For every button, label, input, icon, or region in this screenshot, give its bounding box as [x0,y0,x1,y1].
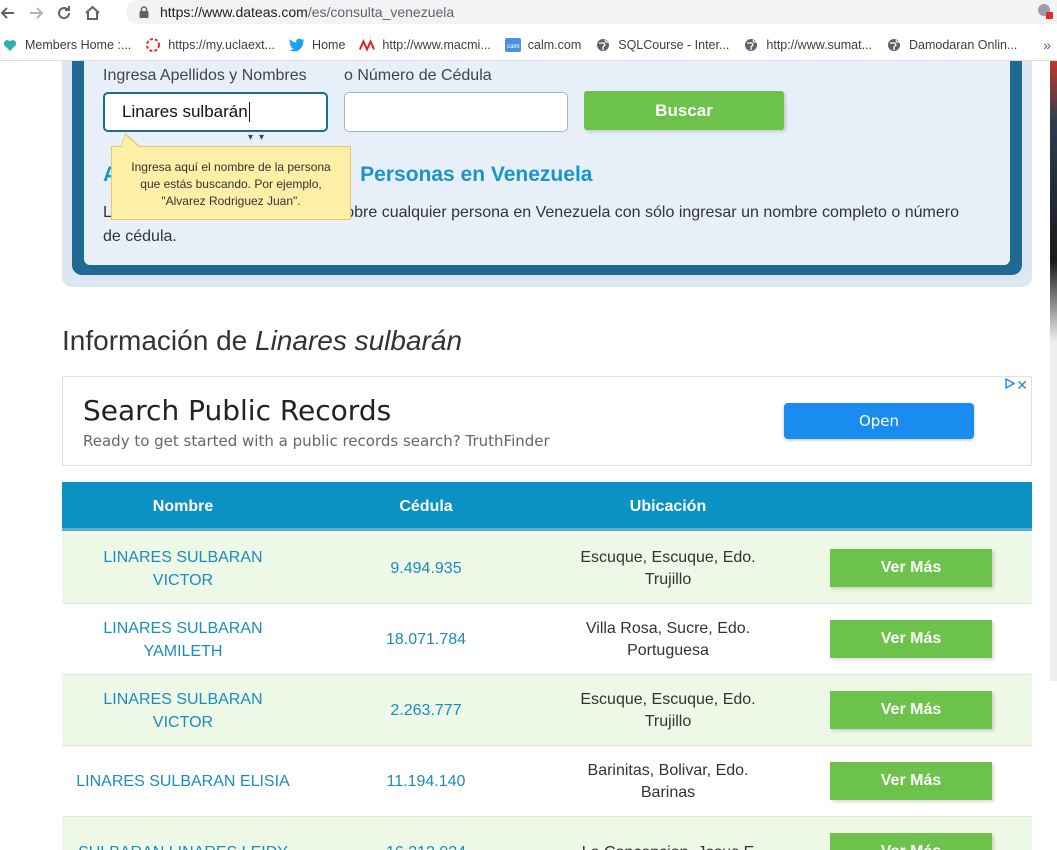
table-body: LINARES SULBARAN VICTOR 9.494.935 Escuqu… [62,533,1032,850]
text-caret [248,102,250,122]
location-value: La Concepcion, Jesus E [548,817,788,850]
ver-mas-button[interactable]: Ver Más [830,691,992,729]
cedula-field-label: o Número de Cédula [344,67,492,84]
ver-mas-button[interactable]: Ver Más [830,620,992,658]
bookmark-label: http://www.sumat... [766,38,872,52]
bookmark-sqlcourse[interactable]: SQLCourse - Inter... [595,37,729,53]
tooltip-line: Ingresa aquí el nombre de la persona [131,160,331,174]
bookmark-uclaext[interactable]: https://my.uclaext... [145,37,275,53]
address-bar[interactable]: https://www.dateas.com/es/consulta_venez… [126,0,1057,24]
bookmark-members-home[interactable]: Members Home :... [2,37,131,53]
macmillan-icon [359,37,376,53]
extension-icon[interactable] [1037,3,1053,24]
ad-subtitle: Ready to get started with a public recor… [83,432,550,450]
globe-icon [743,37,759,53]
tooltip-pointer-fill [122,135,139,147]
location-value: Barinitas, Bolivar, Edo. Barinas [587,761,749,801]
bookmark-calm[interactable]: calm calm.com [504,37,582,53]
section-title-end: Personas en Venezuela [360,163,593,186]
cedula-value: 18.071.784 [385,630,467,648]
ver-mas-button[interactable]: Ver Más [830,833,992,850]
bookmark-label: http://www.macmi... [382,38,491,52]
cedula-search-input[interactable] [344,92,568,132]
location-value: Escuque, Escuque, Edo. Trujillo [580,548,756,588]
tooltip-line: "Alvarez Rodriguez Juan". [161,194,301,208]
page-content: Ingresa Apellidos y Nombres o Número de … [0,61,1057,850]
twitter-bird-icon [289,37,305,53]
results-heading: Información de Linares sulbarán [62,325,462,357]
url-text: https://www.dateas.com/es/consulta_venez… [160,4,455,20]
search-hint-tooltip: Ingresa aquí el nombre de la persona que… [111,146,351,220]
bookmark-label: calm.com [527,38,582,52]
results-heading-query: Linares sulbarán [255,325,463,356]
person-name-link[interactable]: SULBARAN LINARES LEIDY [62,817,304,850]
svg-text:calm: calm [507,44,520,50]
ver-mas-button[interactable]: Ver Más [830,762,992,800]
globe-icon [886,37,902,53]
search-button[interactable]: Buscar [584,91,784,130]
home-icon[interactable] [78,1,106,25]
name-search-input[interactable]: Linares sulbarán [103,92,328,132]
chevron-down-icon: ▾▾ [248,132,271,143]
bookmark-damodaran[interactable]: Damodaran Onlin... [886,37,1017,53]
table-header: Nombre Cédula Ubicación [62,482,1032,531]
bookmark-label: https://my.uclaext... [168,38,276,52]
ad-banner[interactable]: Search Public Records Ready to get start… [62,376,1032,466]
results-heading-prefix: Información de [62,325,255,356]
browser-toolbar: https://www.dateas.com/es/consulta_venez… [0,0,1057,26]
back-arrow-icon[interactable] [0,1,22,25]
table-row: LINARES SULBARAN ELISIA 11.194.140 Barin… [62,746,1032,817]
bookmark-twitter-home[interactable]: Home [289,37,345,53]
table-row: LINARES SULBARAN YAMILETH 18.071.784 Vil… [62,604,1032,675]
person-name-link[interactable]: LINARES SULBARAN VICTOR [62,533,304,604]
table-row: LINARES SULBARAN VICTOR 2.263.777 Escuqu… [62,675,1032,746]
tooltip-line: que estás buscando. Por ejemplo, [140,177,322,191]
bookmark-label: Home [312,38,346,52]
location-value: Villa Rosa, Sucre, Edo. Portuguesa [585,619,751,659]
bookmark-label: SQLCourse - Inter... [618,38,730,52]
ring-icon [145,37,161,53]
column-header-cedula: Cédula [399,498,453,515]
cedula-value: 9.494.935 [390,559,462,577]
cedula-value: 16.212.924 [304,817,548,850]
location-value: Escuque, Escuque, Edo. Trujillo [580,690,756,730]
bookmarks-overflow-icon[interactable]: » [1043,37,1051,53]
results-table: Nombre Cédula Ubicación LINARES SULBARAN… [62,482,1032,850]
column-header-nombre: Nombre [152,498,214,515]
table-row: SULBARAN LINARES LEIDY 16.212.924 La Con… [62,817,1032,850]
cedula-value: 2.263.777 [390,701,462,719]
bookmark-label: Members Home :... [25,38,132,52]
bookmark-sumat[interactable]: http://www.sumat... [743,37,872,53]
ad-close-icon[interactable]: ✕ [1016,377,1028,394]
person-name-link[interactable]: LINARES SULBARAN YAMILETH [62,604,304,675]
lock-icon [136,6,152,18]
person-name-link[interactable]: LINARES SULBARAN VICTOR [62,675,304,746]
ver-mas-button[interactable]: Ver Más [830,549,992,587]
name-input-value: Linares sulbarán [122,102,248,121]
side-image-edge [1050,61,1057,681]
column-header-ubicacion: Ubicación [629,498,707,515]
person-name-link[interactable]: LINARES SULBARAN ELISIA [62,746,304,817]
calm-icon: calm [504,37,521,53]
ad-open-button[interactable]: Open [784,403,974,439]
reload-icon[interactable] [50,1,78,25]
table-row: LINARES SULBARAN VICTOR 9.494.935 Escuqu… [62,533,1032,604]
globe-icon [595,37,611,53]
description-line1: o sobre cualquier persona en Venezuela c… [323,204,959,221]
forward-arrow-icon[interactable] [22,1,50,25]
heart-icon [2,37,18,53]
bookmark-macmillan[interactable]: http://www.macmi... [359,37,491,53]
ad-choices-icon[interactable] [1004,377,1016,392]
name-field-label: Ingresa Apellidos y Nombres [103,67,307,84]
bookmark-label: Damodaran Onlin... [909,38,1018,52]
bookmarks-bar: Members Home :... https://my.uclaext... … [0,32,1057,58]
ad-title: Search Public Records [83,394,392,427]
description-line2: de cédula. [103,228,177,245]
cedula-value: 11.194.140 [386,772,466,790]
